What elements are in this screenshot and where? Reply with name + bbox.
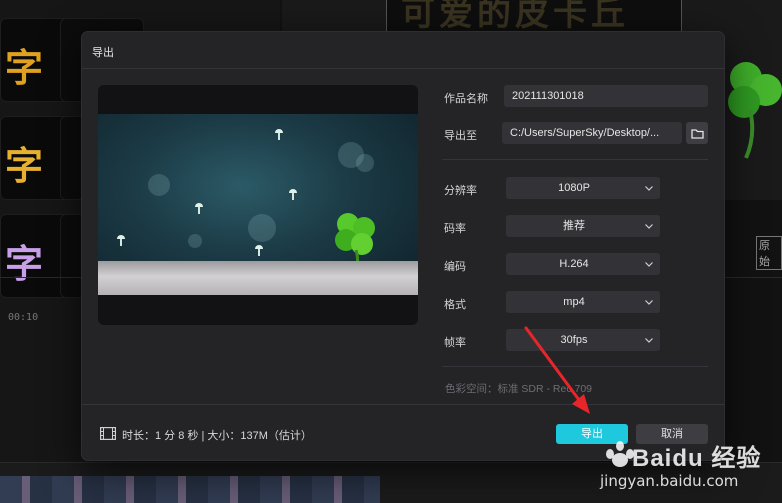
chevron-down-icon bbox=[644, 329, 654, 351]
timeline-clip-thumbnails[interactable] bbox=[0, 476, 380, 503]
divider bbox=[442, 159, 708, 160]
chevron-down-icon bbox=[644, 291, 654, 313]
codec-label: 编码 bbox=[444, 261, 466, 273]
path-label: 导出至 bbox=[444, 130, 477, 142]
framerate-label: 帧率 bbox=[444, 337, 466, 349]
browse-folder-button[interactable] bbox=[686, 122, 708, 144]
export-dialog: 导出 作品名称 202111301018 导出至 C:/Users/SuperS… bbox=[82, 32, 724, 460]
template-glyph: 字 bbox=[5, 144, 44, 188]
video-preview bbox=[98, 85, 418, 325]
film-icon bbox=[100, 427, 116, 440]
format-select[interactable]: mp4 bbox=[506, 291, 660, 313]
divider bbox=[82, 68, 724, 69]
bitrate-select[interactable]: 推荐 bbox=[506, 215, 660, 237]
bitrate-label: 码率 bbox=[444, 223, 466, 235]
template-glyph: 字 bbox=[5, 242, 44, 286]
preview-ground bbox=[98, 261, 418, 295]
folder-icon bbox=[690, 128, 704, 139]
watermark-url: jingyan.baidu.com bbox=[600, 472, 739, 490]
resolution-value: 1080P bbox=[558, 182, 590, 194]
annotation-arrow-icon bbox=[524, 326, 590, 414]
bitrate-value: 推荐 bbox=[563, 220, 585, 232]
chevron-down-icon bbox=[644, 215, 654, 237]
format-label: 格式 bbox=[444, 299, 466, 311]
export-path-field[interactable]: C:/Users/SuperSky/Desktop/... bbox=[502, 122, 682, 144]
player-title-text: 可爱的皮卡丘 bbox=[401, 0, 629, 33]
codec-value: H.264 bbox=[559, 258, 589, 270]
chevron-down-icon bbox=[644, 177, 654, 199]
name-input[interactable]: 202111301018 bbox=[504, 85, 708, 107]
codec-select[interactable]: H.264 bbox=[506, 253, 660, 275]
format-value: mp4 bbox=[563, 296, 585, 308]
chevron-down-icon bbox=[644, 253, 654, 275]
name-label: 作品名称 bbox=[444, 93, 488, 105]
preview-frame bbox=[98, 114, 418, 295]
player-title-box: 可爱的皮卡丘 bbox=[386, 0, 682, 34]
duration-size-info: 时长：1 分 8 秒 | 大小：137M（估计） bbox=[122, 430, 312, 442]
watermark-title: Baidu 经验 bbox=[632, 445, 762, 472]
resolution-select[interactable]: 1080P bbox=[506, 177, 660, 199]
timeline-time-marker: 00:10 bbox=[8, 312, 39, 323]
clover-image bbox=[728, 62, 782, 159]
resolution-label: 分辨率 bbox=[444, 185, 477, 197]
template-glyph: 字 bbox=[5, 46, 44, 90]
dialog-title: 导出 bbox=[92, 47, 114, 59]
original-ratio-button[interactable]: 原始 bbox=[756, 236, 782, 270]
divider bbox=[82, 404, 724, 405]
